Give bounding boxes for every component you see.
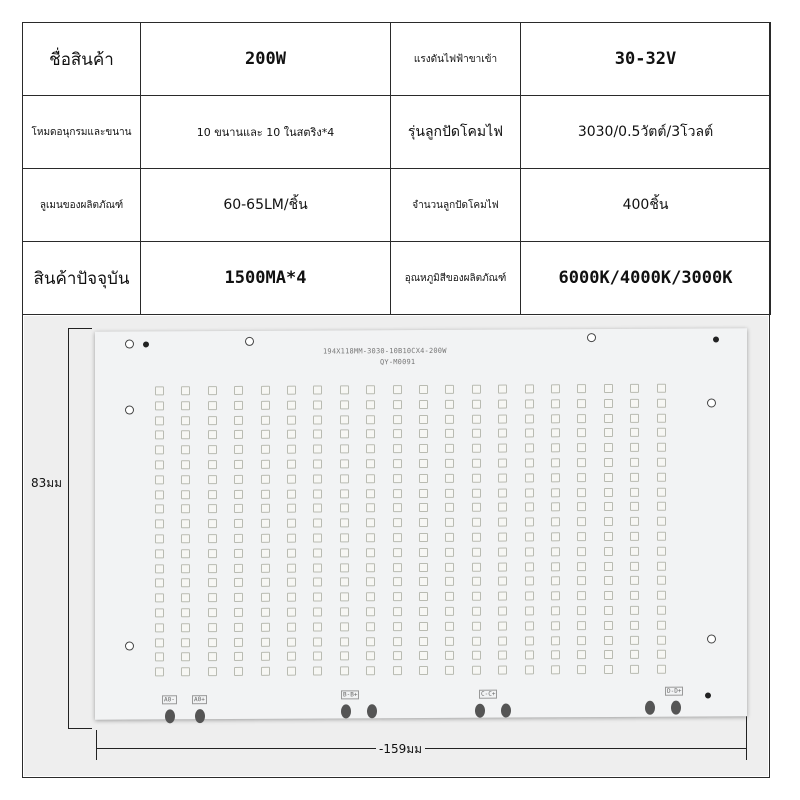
outer-frame <box>22 22 770 778</box>
